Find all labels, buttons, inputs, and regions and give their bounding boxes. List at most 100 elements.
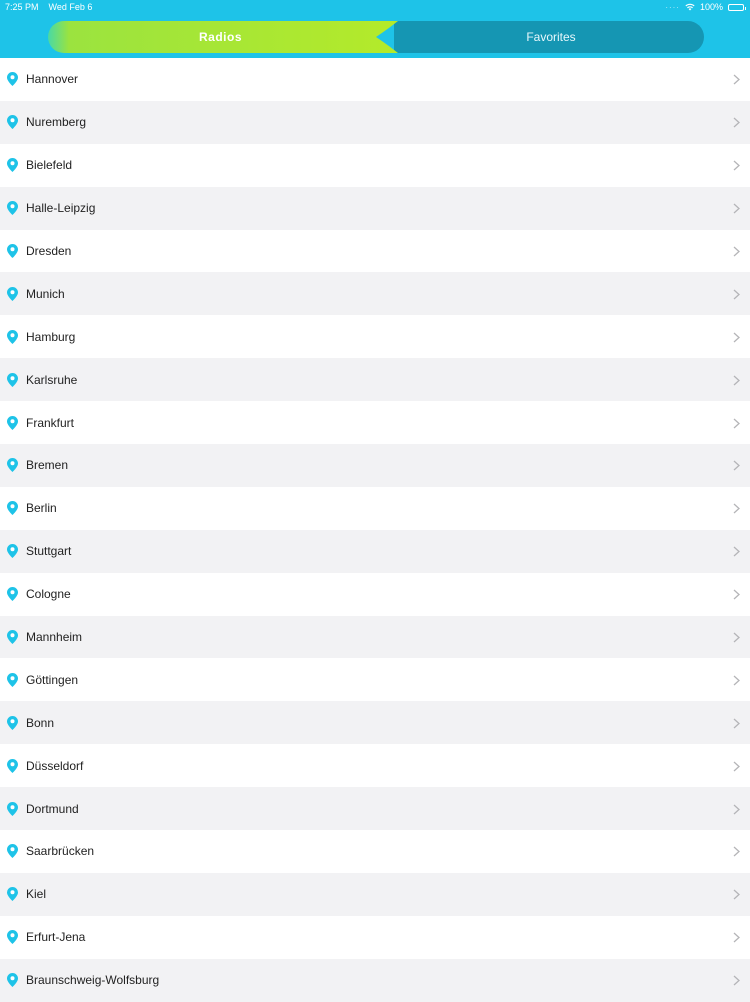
location-pin-icon <box>7 930 18 945</box>
list-item-label: Halle-Leipzig <box>26 201 96 216</box>
segmented-control: Radios Favorites <box>28 21 704 53</box>
list-item[interactable]: Frankfurt <box>0 401 750 445</box>
chevron-right-icon <box>733 418 740 429</box>
location-pin-icon <box>7 329 18 344</box>
list-item-label: Mannheim <box>26 630 83 645</box>
list-item[interactable]: Hannover <box>0 58 750 101</box>
list-item-label: Karlsruhe <box>26 372 78 387</box>
location-pin-icon <box>7 501 18 516</box>
chevron-right-icon <box>733 546 740 557</box>
chevron-right-icon <box>733 761 740 772</box>
city-list: Hannover Nuremberg Bielefeld Halle-Leipzig D… <box>0 58 750 1002</box>
list-item[interactable]: Braunschweig-Wolfsburg <box>0 958 750 1002</box>
chevron-right-icon <box>733 74 740 85</box>
location-pin-icon <box>7 415 18 430</box>
list-item[interactable]: Kiel <box>0 872 750 916</box>
list-item-label: Düsseldorf <box>26 758 84 773</box>
list-item[interactable]: Bonn <box>0 701 750 745</box>
list-item-label: Dresden <box>26 244 72 258</box>
list-item-label: Kiel <box>26 887 47 902</box>
chevron-right-icon <box>733 160 740 171</box>
location-pin-icon <box>7 887 18 902</box>
signal-dots-icon: ···· <box>665 2 680 12</box>
list-item[interactable]: Stuttgart <box>0 529 750 573</box>
status-date: Wed Feb 6 <box>48 2 93 12</box>
chevron-right-icon <box>733 117 740 128</box>
list-item[interactable]: Dortmund <box>0 787 750 831</box>
header: 7:25 PM Wed Feb 6 ···· 100% Radios Favor… <box>0 0 750 58</box>
battery-percent: 100% <box>699 2 723 12</box>
list-item[interactable]: Dresden <box>0 229 750 273</box>
tab-radios[interactable]: Radios <box>48 21 393 53</box>
list-item-label: Bonn <box>26 715 55 730</box>
list-item-label: Saarbrücken <box>26 844 95 859</box>
list-item[interactable]: Bielefeld <box>0 143 750 187</box>
status-time: 7:25 PM <box>5 2 39 12</box>
chevron-right-icon <box>733 632 740 643</box>
location-pin-icon <box>7 458 18 473</box>
location-pin-icon <box>7 630 18 645</box>
list-item-label: Stuttgart <box>26 544 72 559</box>
wifi-icon <box>685 3 695 11</box>
chevron-right-icon <box>733 846 740 857</box>
chevron-right-icon <box>733 203 740 214</box>
chevron-right-icon <box>733 375 740 386</box>
tab-favorites[interactable]: Favorites <box>398 21 704 53</box>
list-item[interactable]: Karlsruhe <box>0 358 750 402</box>
list-item-label: Hamburg <box>26 329 76 344</box>
list-item[interactable]: Berlin <box>0 486 750 530</box>
list-item[interactable]: Düsseldorf <box>0 744 750 788</box>
location-pin-icon <box>7 587 18 602</box>
list-item-label: Dortmund <box>26 801 79 816</box>
list-item-label: Berlin <box>26 501 57 516</box>
chevron-right-icon <box>733 589 740 600</box>
location-pin-icon <box>7 201 18 216</box>
list-item[interactable]: Halle-Leipzig <box>0 186 750 230</box>
list-item[interactable]: Munich <box>0 272 750 316</box>
list-item[interactable]: Hamburg <box>0 315 750 359</box>
status-bar: 7:25 PM Wed Feb 6 ···· 100% <box>0 0 750 14</box>
chevron-right-icon <box>733 932 740 943</box>
list-item-label: Hannover <box>26 72 79 87</box>
battery-icon <box>728 3 746 11</box>
chevron-right-icon <box>733 804 740 815</box>
location-pin-icon <box>7 158 18 173</box>
location-pin-icon <box>7 844 18 859</box>
list-item-label: Nuremberg <box>26 115 87 130</box>
location-pin-icon <box>7 801 18 816</box>
list-item[interactable]: Göttingen <box>0 658 750 702</box>
location-pin-icon <box>7 372 18 387</box>
list-item[interactable]: Saarbrücken <box>0 830 750 873</box>
list-item[interactable]: Cologne <box>0 572 750 616</box>
list-item-label: Bielefeld <box>26 158 73 173</box>
location-pin-icon <box>7 286 18 301</box>
chevron-right-icon <box>733 889 740 900</box>
location-pin-icon <box>7 973 18 988</box>
location-pin-icon <box>7 244 18 258</box>
location-pin-icon <box>7 672 18 687</box>
list-item-label: Cologne <box>26 587 71 602</box>
list-item-label: Munich <box>26 286 65 301</box>
location-pin-icon <box>7 544 18 559</box>
list-item[interactable]: Nuremberg <box>0 100 750 144</box>
chevron-right-icon <box>733 246 740 257</box>
list-item-label: Frankfurt <box>26 415 75 430</box>
list-item-label: Göttingen <box>26 672 79 687</box>
chevron-right-icon <box>733 289 740 300</box>
location-pin-icon <box>7 758 18 773</box>
list-item[interactable]: Erfurt-Jena <box>0 915 750 959</box>
location-pin-icon <box>7 715 18 730</box>
chevron-right-icon <box>733 503 740 514</box>
chevron-right-icon <box>733 460 740 471</box>
list-item-label: Erfurt-Jena <box>26 930 86 945</box>
status-left: 7:25 PM Wed Feb 6 <box>5 2 92 12</box>
chevron-right-icon <box>733 718 740 729</box>
list-item[interactable]: Bremen <box>0 444 750 487</box>
list-item-label: Braunschweig-Wolfsburg <box>26 973 160 988</box>
location-pin-icon <box>7 115 18 130</box>
chevron-right-icon <box>733 975 740 986</box>
location-pin-icon <box>7 72 18 87</box>
status-right: ···· 100% <box>665 2 746 12</box>
list-item[interactable]: Mannheim <box>0 615 750 659</box>
chevron-right-icon <box>733 332 740 343</box>
